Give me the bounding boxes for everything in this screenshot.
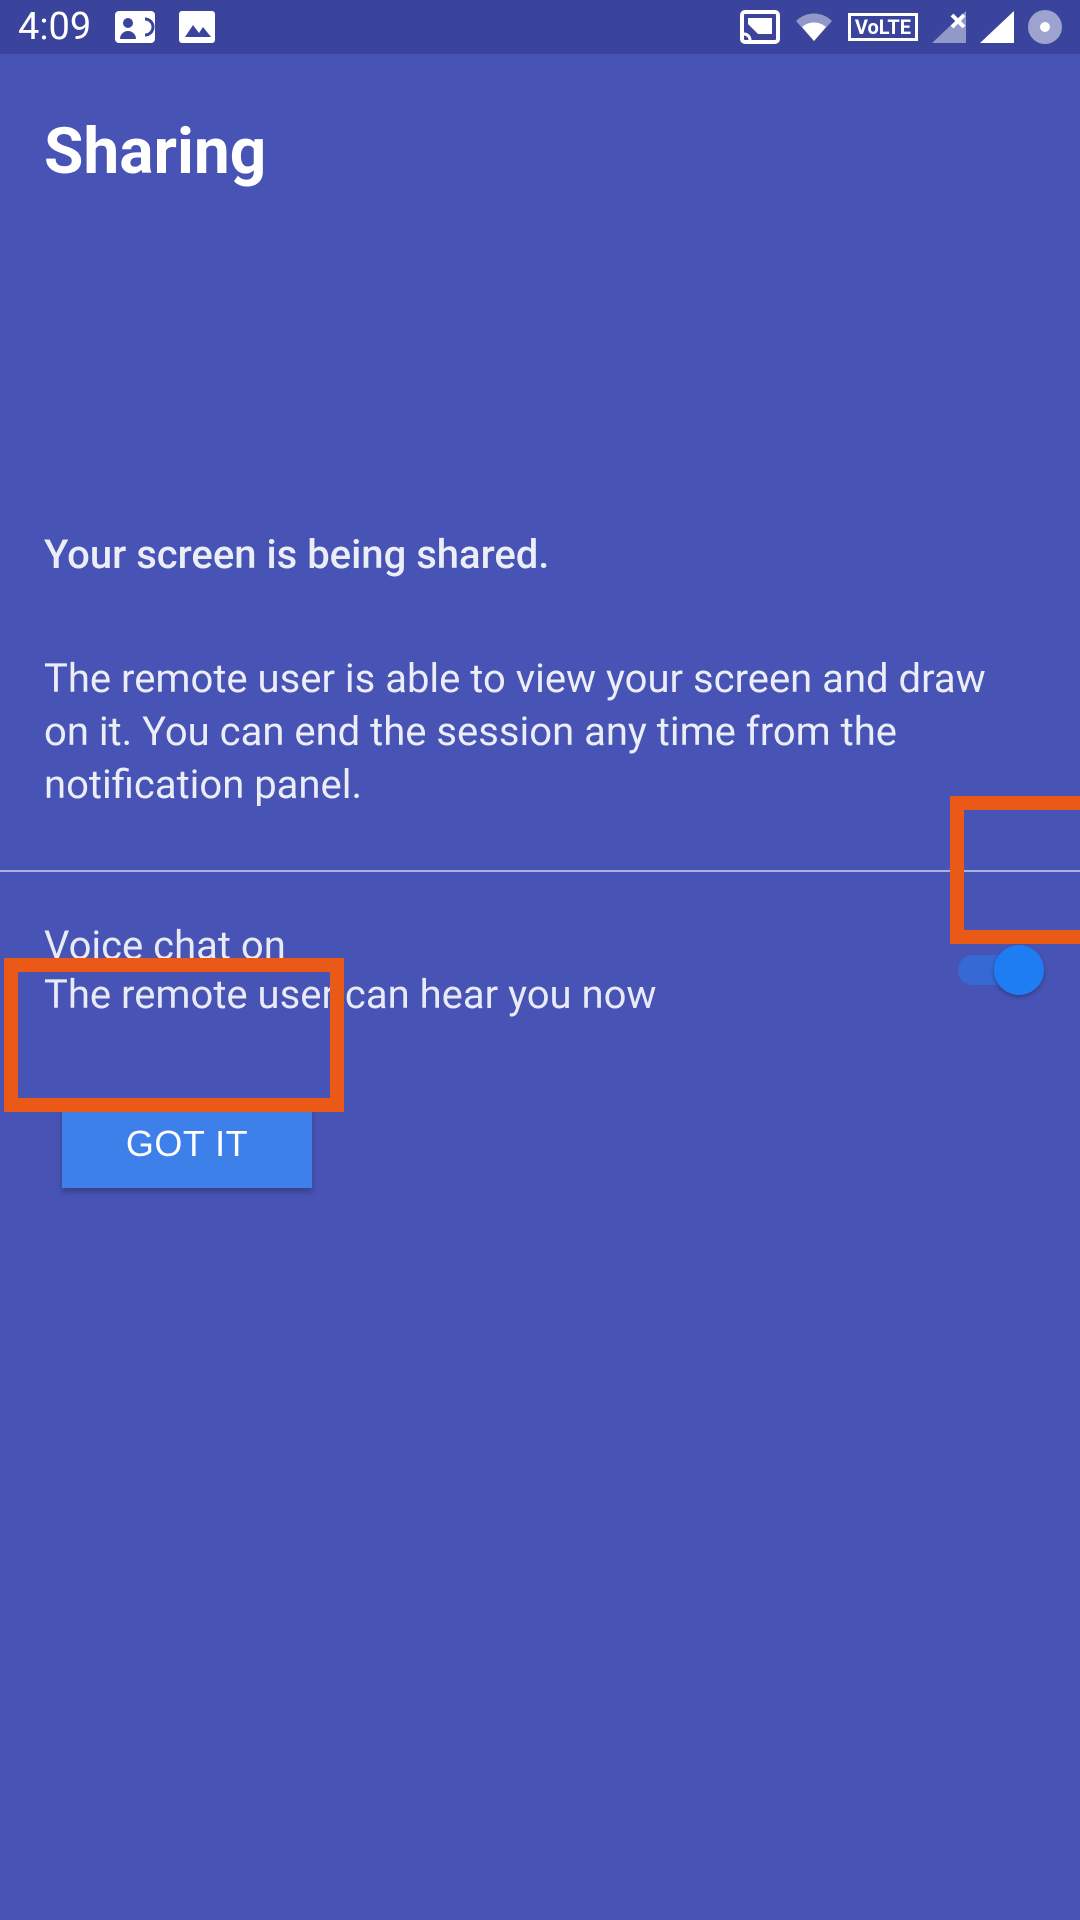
dot-icon xyxy=(1028,10,1062,44)
voice-chat-toggle[interactable] xyxy=(952,940,1056,1000)
volte-text: VoLTE xyxy=(855,16,911,38)
cast-icon xyxy=(740,10,780,44)
sharing-description-text: The remote user is able to view your scr… xyxy=(44,652,1036,812)
status-time: 4:09 xyxy=(18,5,91,49)
voice-chat-subtitle: The remote user can hear you now xyxy=(44,971,952,1018)
toggle-knob xyxy=(994,945,1044,995)
signal-bar-icon xyxy=(980,11,1014,43)
page-title: Sharing xyxy=(0,54,1080,199)
got-it-button[interactable]: GOT IT xyxy=(62,1100,312,1188)
got-it-label: GOT IT xyxy=(126,1123,248,1165)
image-icon xyxy=(179,11,215,43)
voice-chat-row: Voice chat on The remote user can hear y… xyxy=(0,872,1080,1018)
sharing-status-text: Your screen is being shared. xyxy=(44,531,1036,578)
card-contact-icon xyxy=(115,11,155,43)
main-content: Your screen is being shared. The remote … xyxy=(0,531,1080,812)
signal-x-icon xyxy=(932,11,966,43)
status-right: VoLTE xyxy=(740,10,1062,44)
status-left: 4:09 xyxy=(18,5,215,49)
wifi-icon xyxy=(794,11,834,43)
voice-chat-title: Voice chat on xyxy=(44,922,952,969)
status-bar: 4:09 xyxy=(0,0,1080,54)
volte-badge: VoLTE xyxy=(848,13,918,41)
